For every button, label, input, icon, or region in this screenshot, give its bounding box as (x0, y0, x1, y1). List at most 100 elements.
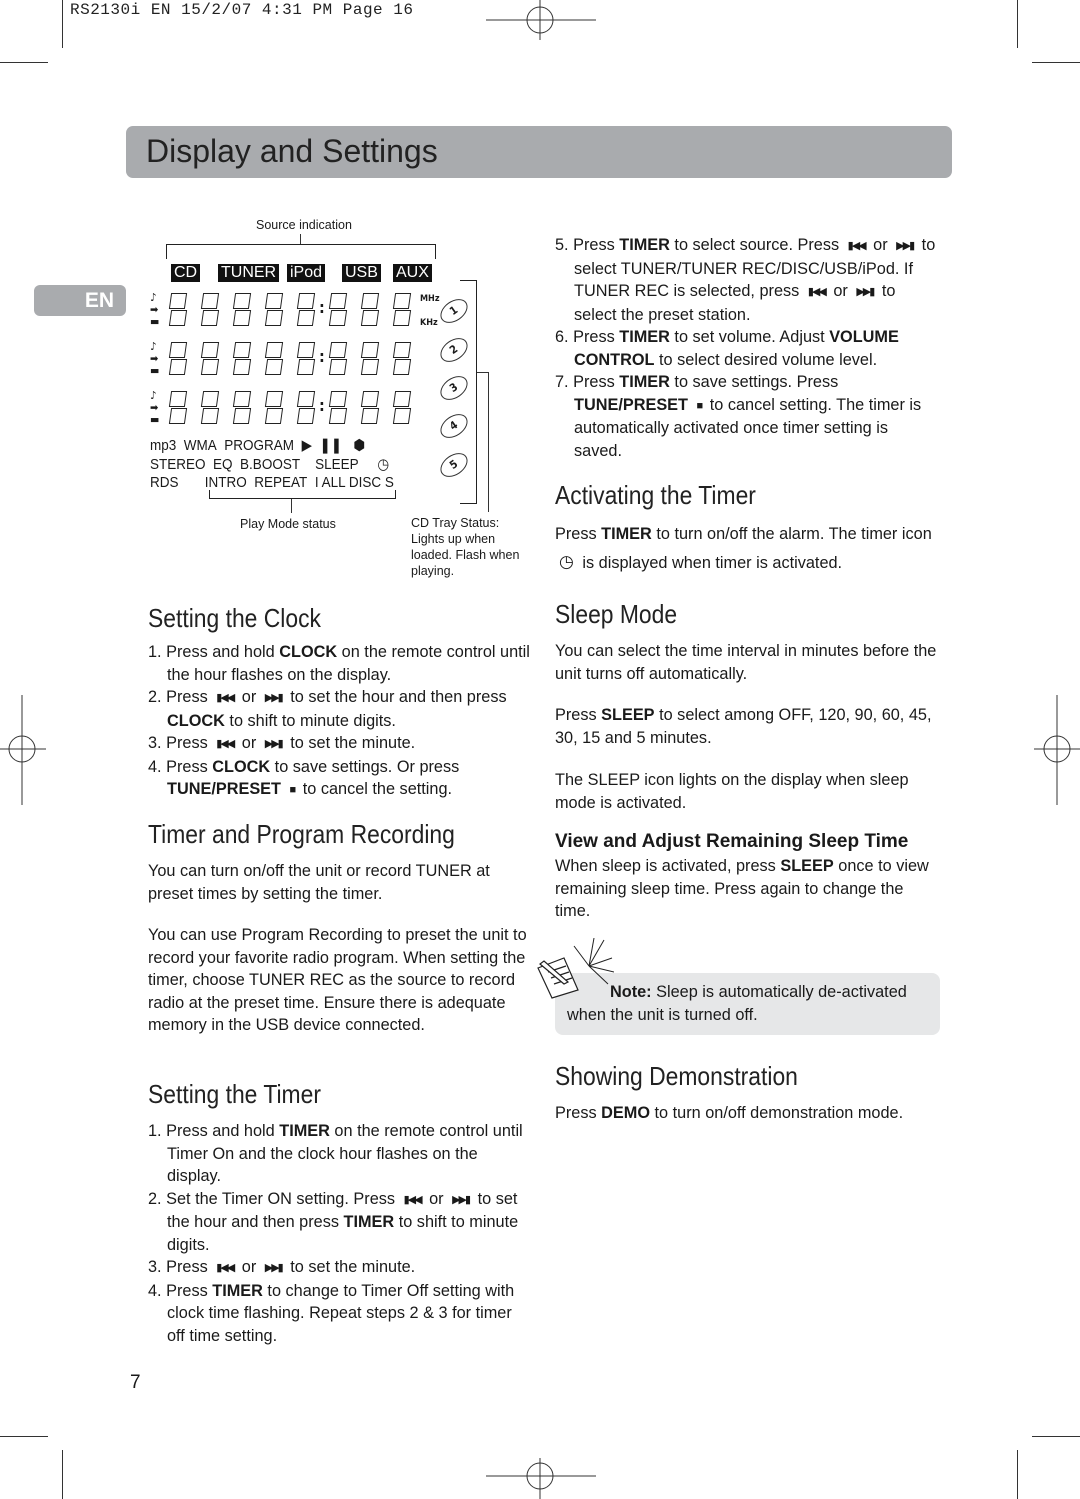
text-run: 6. Press (555, 328, 620, 346)
text-run: to select desired volume level. (654, 350, 878, 369)
bold-term: TUNE/PRESET (574, 395, 688, 414)
bold-term: TUNE/PRESET (167, 780, 281, 798)
lcd-digit (200, 390, 220, 424)
crop-mark (1032, 1436, 1080, 1437)
program-indicator: PROGRAM (224, 437, 295, 454)
list-step: 4. Press TIMER to change to Timer Off se… (148, 1280, 528, 1348)
play-icon: ▶ (301, 437, 312, 454)
source-usb: USB (342, 264, 381, 282)
source-bracket (166, 244, 436, 259)
text-run (281, 780, 286, 798)
next-icon: ▶▶▮ (856, 286, 875, 298)
next-icon: ▶▶▮ (264, 692, 284, 704)
crop-mark (1017, 1450, 1018, 1499)
bboost-indicator: B.BOOST (240, 456, 301, 473)
next-icon: ▶▶▮ (896, 240, 915, 252)
crop-mark (62, 1450, 63, 1499)
intro-indicator: INTRO (204, 474, 247, 491)
lcd-digit (328, 341, 348, 375)
next-icon: ▶▶▮ (264, 738, 284, 750)
wma-indicator: WMA (183, 437, 217, 454)
stereo-indicator: STEREO (150, 456, 206, 473)
lcd-row-icons: ♪ ➡ ▬ (150, 291, 160, 328)
page-number: 7 (130, 1372, 141, 1393)
list-step: 7. Press TIMER to save settings. Press T… (555, 371, 940, 462)
source-cd: CD (171, 264, 201, 282)
crop-mark (62, 0, 63, 48)
text-run: or (237, 1258, 261, 1276)
print-header: RS2130i EN 15/2/07 4:31 PM Page 16 (70, 1, 414, 19)
heading-remaining-sleep: View and Adjust Remaining Sleep Time (555, 831, 909, 852)
title-bar: Display and Settings (126, 126, 952, 178)
bold-term: CLOCK (279, 643, 338, 661)
bold-term: SLEEP (601, 706, 655, 724)
source-tuner: TUNER (218, 264, 280, 282)
mp3-indicator: mp3 (150, 437, 177, 454)
lcd-digit (200, 341, 220, 375)
bold-term: CLOCK (212, 757, 271, 776)
lcd-digit: : (296, 292, 325, 326)
timer-steps-continued: 5. Press TIMER to select source. Press ▮… (555, 234, 940, 462)
bold-term: TIMER (212, 1281, 263, 1300)
tray-label-line: CD Tray Status: (411, 516, 500, 530)
source-aux: AUX (393, 264, 432, 282)
lcd-digit (360, 390, 380, 424)
tray-status-label: CD Tray Status: Lights up when loaded. F… (411, 515, 519, 579)
next-icon: ▶▶▮ (452, 1193, 471, 1206)
play-mode-label: Play Mode status (240, 517, 336, 531)
lcd-row-1: ♪ ➡ ▬: (150, 292, 424, 328)
text-run: or (424, 1189, 449, 1208)
repeat-indicator: REPEAT (254, 474, 308, 491)
timer-program-p2: You can use Program Recording to preset … (148, 926, 527, 1034)
bold-term: TIMER (619, 373, 670, 391)
bold-term: DEMO (601, 1104, 650, 1122)
all-indicator: I ALL (314, 474, 346, 491)
tray-label-line: Lights up when (411, 532, 496, 546)
remaining-paragraph: When sleep is activated, press SLEEP onc… (555, 855, 940, 923)
text-run: or (828, 282, 853, 300)
bold-term: TIMER (619, 328, 670, 346)
prev-icon: ▮◀◀ (847, 240, 867, 252)
sleep-indicator: SLEEP (315, 456, 359, 473)
text-run: or (237, 688, 261, 706)
text-run: or (868, 236, 893, 254)
text-run: 4. Press (148, 1281, 213, 1300)
lcd-digit (200, 292, 220, 326)
sleep-p3: The SLEEP icon lights on the display whe… (555, 771, 909, 812)
stop-icon: ■ (289, 784, 297, 796)
text-run: to save settings. Or press (270, 757, 460, 776)
text-run: to set the minute. (285, 1258, 416, 1276)
list-step: 5. Press TIMER to select source. Press ▮… (555, 234, 940, 326)
text-run: to shift to minute digits. (224, 711, 396, 730)
indicators-row-2: STEREO EQ B.BOOST SLEEP ◷ (150, 455, 389, 473)
heading-showing-demo: Showing Demonstration (555, 1061, 798, 1091)
lcd-row-icons: ♪ ➡ ▬ (150, 389, 160, 426)
list-step: 3. Press ▮◀◀ or ▶▶▮ to set the minute. (148, 732, 533, 756)
lcd-digit (168, 341, 188, 375)
crop-mark (1017, 0, 1018, 48)
text-run: to set volume. Adjust (669, 328, 830, 346)
source-ipod: iPod (287, 264, 326, 282)
registration-mark-right (1034, 695, 1080, 805)
text-run: to save settings. Press (669, 373, 839, 391)
note-label: Note: (610, 983, 652, 1001)
text-run: Press (555, 706, 602, 724)
lcd-digit (168, 390, 188, 424)
registration-mark-top (486, 0, 596, 40)
text-run: to cancel the setting. (298, 780, 453, 798)
text-run: 5. Press (555, 236, 620, 254)
text-run: When sleep is activated, press (555, 857, 781, 875)
list-step: 2. Press ▮◀◀ or ▶▶▮ to set the hour and … (148, 686, 533, 732)
clock-steps: 1. Press and hold CLOCK on the remote co… (148, 641, 533, 802)
bracket-stem (300, 234, 301, 244)
lcd-digit (264, 292, 284, 326)
text-run (688, 396, 693, 414)
lcd-digit (392, 390, 412, 424)
text-run: is displayed when timer is activated. (577, 554, 843, 572)
lcd-digit (264, 390, 284, 424)
lcd-digit: : (296, 341, 325, 375)
text-run: to set the minute. (285, 734, 416, 752)
bracket-stem (488, 372, 489, 512)
text-run: 3. Press (148, 734, 213, 752)
lcd-digit (328, 390, 348, 424)
